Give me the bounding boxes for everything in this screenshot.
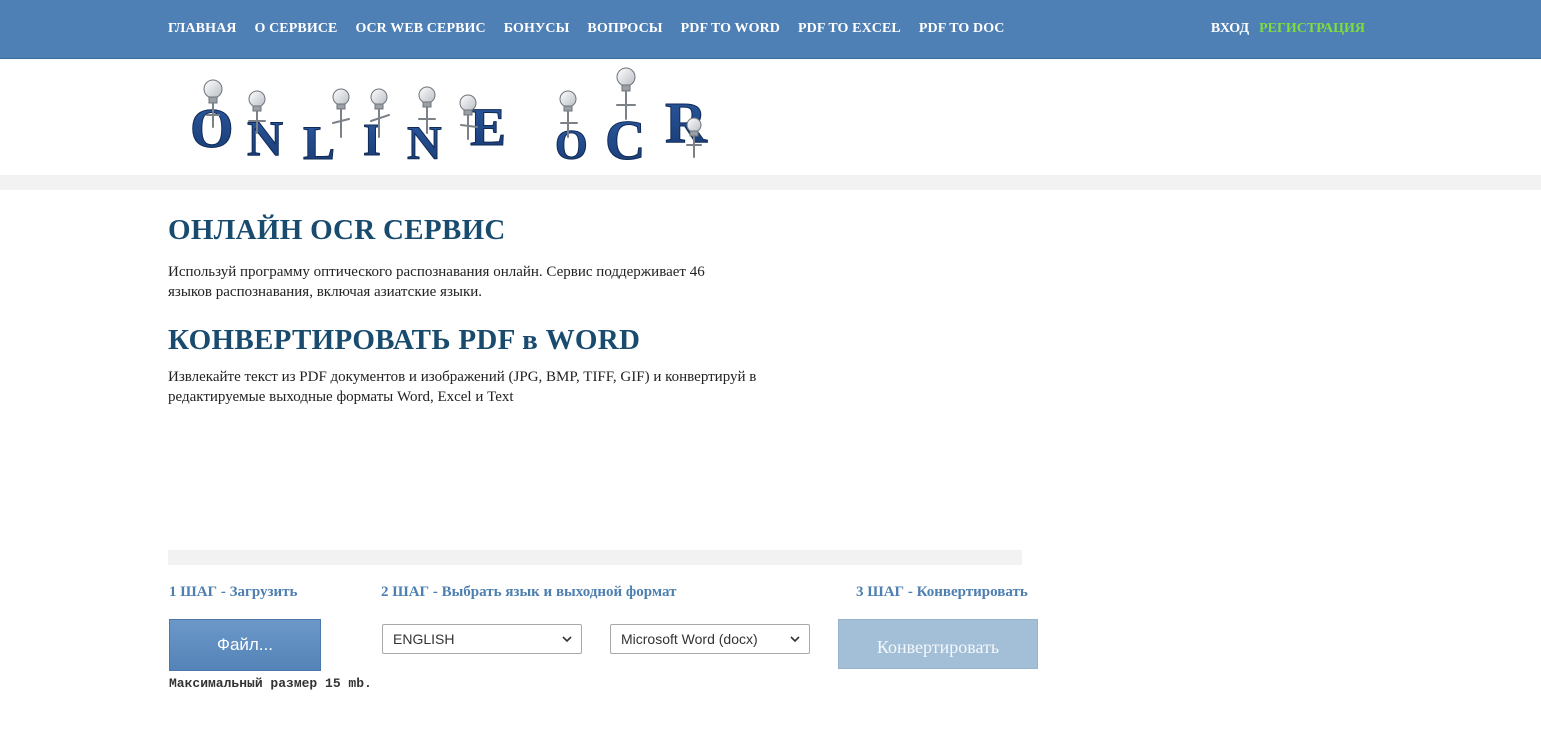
- chevron-down-icon: [789, 633, 801, 645]
- section-title-pdf-to-word: КОНВЕРТИРОВАТЬ PDF в WORD: [168, 324, 641, 356]
- step-2-label: 2 ШАГ - Выбрать язык и выходной формат: [381, 584, 677, 600]
- logo-letter-o2: O: [555, 123, 588, 169]
- step-1-label: 1 ШАГ - Загрузить: [169, 584, 298, 600]
- page-title: ОНЛАЙН OCR СЕРВИС: [168, 214, 506, 246]
- steps-divider: [168, 550, 1022, 565]
- logo-letter-n: N: [247, 110, 283, 166]
- chevron-down-icon: [561, 633, 573, 645]
- step-3-label: 3 ШАГ - Конвертировать: [856, 584, 1028, 600]
- conversion-description: Извлекайте текст из PDF документов и изо…: [168, 369, 757, 405]
- file-upload-button[interactable]: Файл...: [169, 619, 321, 671]
- logo-letter-o: O: [190, 98, 234, 160]
- language-select-value: ENGLISH: [393, 631, 455, 647]
- service-description: Используй программу оптического распозна…: [168, 264, 705, 300]
- nav-item-ocr-web-service[interactable]: OCR WEB СЕРВИС: [355, 21, 485, 37]
- header-divider: [0, 175, 1541, 190]
- nav-item-pdf-to-excel[interactable]: PDF TO EXCEL: [798, 21, 901, 37]
- logo-band: O N L I N E O C R: [0, 59, 1541, 175]
- main-nav: ГЛАВНАЯ О СЕРВИСЕ OCR WEB СЕРВИС БОНУСЫ …: [168, 0, 1022, 57]
- register-link[interactable]: РЕГИСТРАЦИЯ: [1259, 21, 1365, 37]
- logo-letter-l: L: [303, 117, 335, 170]
- nav-item-pdf-to-word[interactable]: PDF TO WORD: [681, 21, 780, 37]
- convert-button[interactable]: Конвертировать: [838, 619, 1038, 669]
- nav-item-home[interactable]: ГЛАВНАЯ: [168, 21, 237, 37]
- output-format-select-value: Microsoft Word (docx): [621, 631, 758, 647]
- nav-item-faq[interactable]: ВОПРОСЫ: [587, 21, 662, 37]
- nav-item-about[interactable]: О СЕРВИСЕ: [255, 21, 338, 37]
- top-navigation-bar: ГЛАВНАЯ О СЕРВИСЕ OCR WEB СЕРВИС БОНУСЫ …: [0, 0, 1541, 59]
- login-link[interactable]: ВХОД: [1211, 21, 1249, 37]
- nav-item-pdf-to-doc[interactable]: PDF TO DOC: [919, 21, 1005, 37]
- auth-links: ВХОД РЕГИСТРАЦИЯ: [1201, 0, 1365, 57]
- max-file-size-note: Максимальный размер 15 mb.: [169, 676, 372, 691]
- online-ocr-logo[interactable]: O N L I N E O C R: [185, 67, 720, 171]
- logo-letter-n2: N: [407, 117, 442, 170]
- output-format-select[interactable]: Microsoft Word (docx): [610, 624, 810, 654]
- nav-item-bonuses[interactable]: БОНУСЫ: [504, 21, 570, 37]
- language-select[interactable]: ENGLISH: [382, 624, 582, 654]
